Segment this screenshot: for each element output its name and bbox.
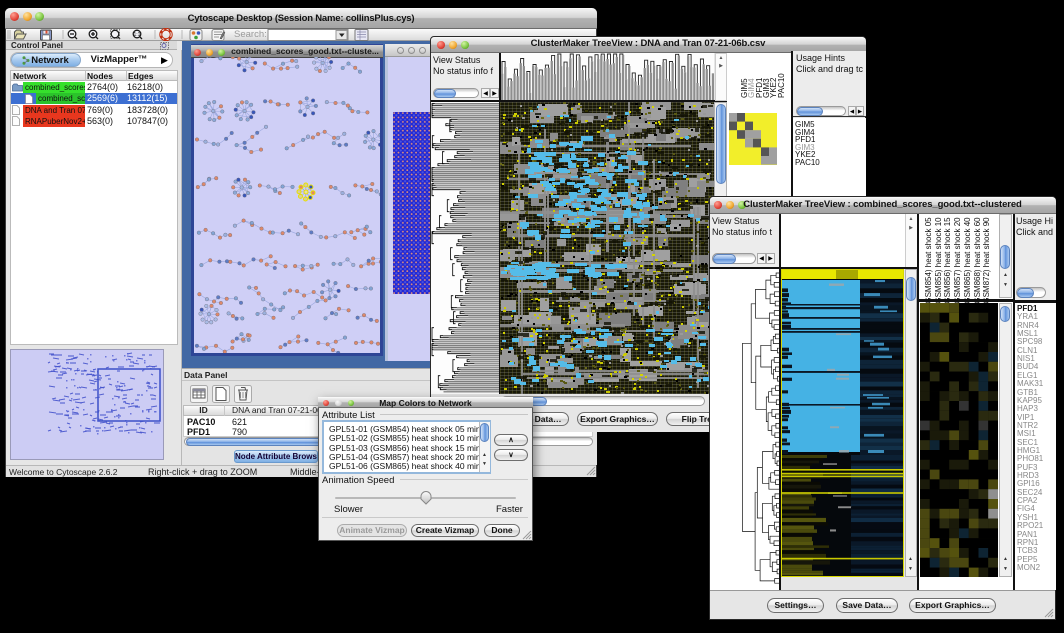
svg-text:Search:: Search: [234,29,267,40]
svg-text:1:1: 1:1 [134,32,141,38]
